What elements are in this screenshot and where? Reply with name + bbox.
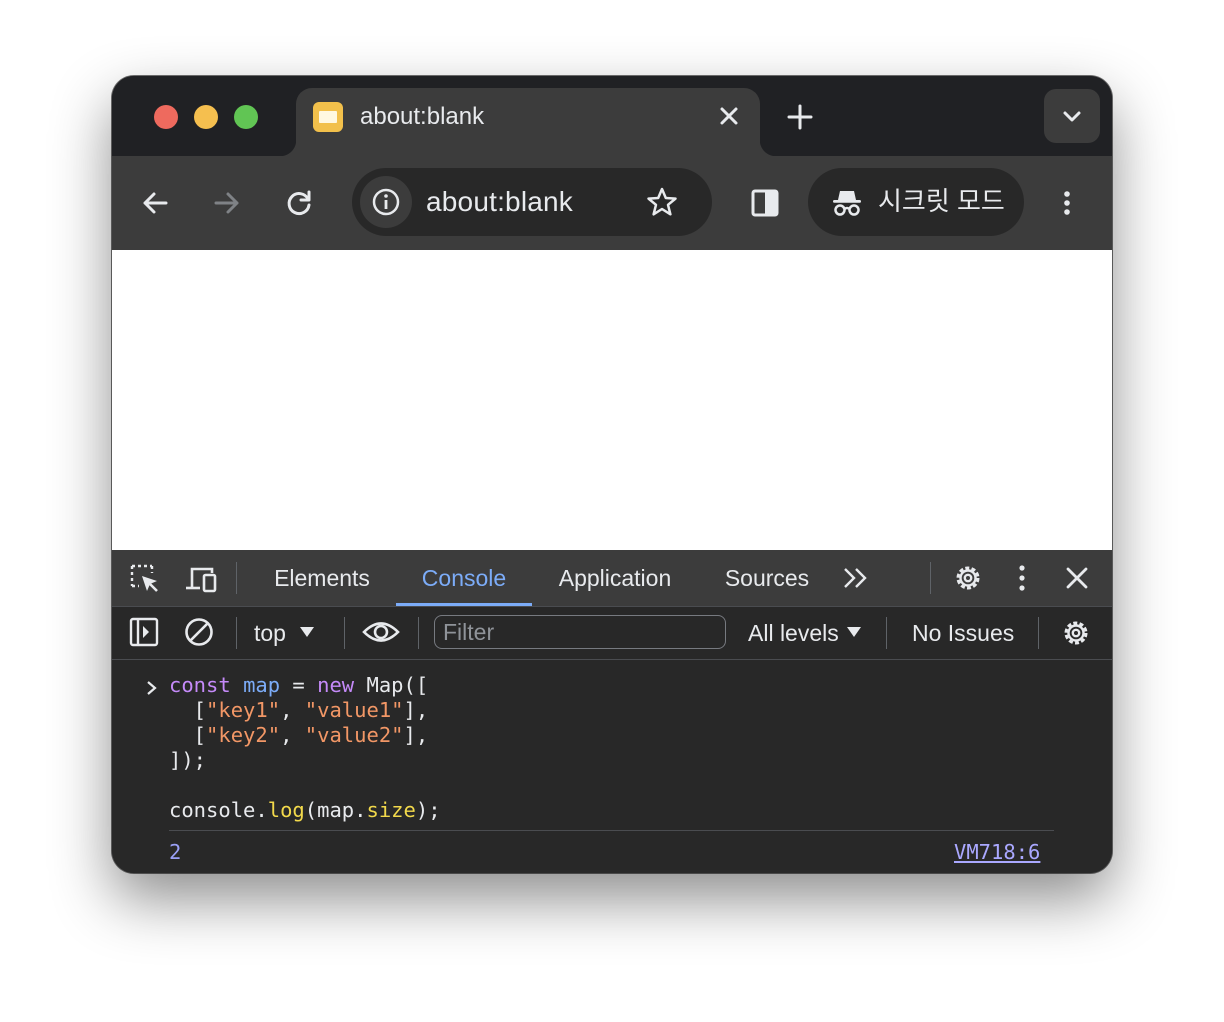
gear-icon[interactable]: [952, 562, 984, 594]
code-token: const: [169, 673, 231, 697]
tab-sources[interactable]: Sources: [712, 550, 822, 606]
minimize-window-button[interactable]: [194, 105, 218, 129]
log-levels-dropdown[interactable]: All levels: [748, 619, 861, 647]
code-line: console.log(map.size);: [169, 798, 441, 822]
address-bar[interactable]: about:blank: [352, 168, 712, 236]
code-token: "value2": [304, 723, 404, 747]
fullscreen-window-button[interactable]: [234, 105, 258, 129]
code-line: ["key1", "value1"],: [169, 698, 429, 722]
close-window-button[interactable]: [154, 105, 178, 129]
chevron-right-icon: [147, 681, 157, 695]
device-toolbar-icon[interactable]: [184, 563, 218, 595]
page-content[interactable]: [112, 250, 1112, 550]
devtools-panel: Elements Console Application Sources top…: [112, 550, 1112, 873]
gear-icon[interactable]: [1060, 617, 1092, 649]
star-icon[interactable]: [646, 186, 678, 218]
code-token: "value1": [304, 698, 404, 722]
chevron-down-icon: [1063, 111, 1081, 122]
tab-console[interactable]: Console: [396, 550, 532, 606]
separator: [236, 562, 237, 594]
info-icon: [372, 188, 400, 216]
tab-elements[interactable]: Elements: [262, 550, 382, 606]
incognito-label: 시크릿 모드: [878, 186, 1005, 216]
inspect-icon[interactable]: [129, 563, 161, 595]
issues-button[interactable]: No Issues: [912, 619, 1014, 647]
back-arrow-icon[interactable]: [140, 188, 170, 218]
separator: [418, 617, 419, 649]
context-selector[interactable]: top: [254, 619, 314, 647]
dropdown-caret-icon: [846, 627, 861, 637]
sidebar-toggle-icon[interactable]: [129, 617, 159, 647]
filter-input[interactable]: [434, 615, 726, 649]
tab-application[interactable]: Application: [544, 550, 686, 606]
output-separator: [169, 830, 1054, 831]
console-output-value: 2: [169, 840, 182, 864]
plus-icon[interactable]: [786, 103, 814, 131]
browser-toolbar: about:blank 시크릿 모드: [112, 156, 1112, 250]
console-toolbar: top All levels No Issues: [112, 607, 1112, 660]
separator: [930, 562, 931, 594]
separator: [344, 617, 345, 649]
code-token: new: [317, 673, 355, 697]
more-vert-icon[interactable]: [1010, 562, 1034, 594]
url-text[interactable]: about:blank: [426, 185, 573, 219]
code-line: ["key2", "value2"],: [169, 723, 429, 747]
code-token: map: [243, 673, 281, 697]
console-input-code: const map = new Map([ ["key1", "value1"]…: [169, 673, 441, 823]
reload-icon[interactable]: [284, 188, 314, 218]
context-label: top: [254, 620, 286, 646]
code-token: size: [366, 798, 416, 822]
incognito-icon: [833, 191, 861, 216]
code-token: log: [267, 798, 305, 822]
more-vert-icon[interactable]: [1052, 188, 1082, 218]
code-token: "key2": [206, 723, 281, 747]
more-tabs-icon[interactable]: [842, 566, 870, 590]
browser-window: about:blank about:blank 시크릿 모드 Elements …: [112, 76, 1112, 873]
close-icon[interactable]: [1064, 565, 1090, 591]
code-line: ]);: [169, 748, 207, 772]
page-favicon-icon: [313, 102, 343, 132]
side-panel-icon[interactable]: [750, 188, 780, 218]
separator: [886, 617, 887, 649]
code-line: const map = new Map([: [169, 673, 429, 697]
incognito-indicator[interactable]: 시크릿 모드: [808, 168, 1024, 236]
tab-title: about:blank: [360, 103, 485, 130]
dropdown-caret-icon: [299, 627, 314, 637]
eye-icon[interactable]: [362, 617, 400, 647]
close-icon[interactable]: [716, 103, 742, 129]
source-link[interactable]: VM718:6: [954, 840, 1040, 864]
code-token: "key1": [206, 698, 281, 722]
separator: [1038, 617, 1039, 649]
separator: [236, 617, 237, 649]
log-levels-label: All levels: [748, 620, 839, 646]
tab-strip: about:blank: [112, 76, 1112, 156]
devtools-tab-bar: Elements Console Application Sources: [112, 550, 1112, 607]
forward-arrow-icon[interactable]: [212, 188, 242, 218]
console-output[interactable]: const map = new Map([ ["key1", "value1"]…: [112, 660, 1112, 873]
clear-console-icon[interactable]: [184, 617, 214, 647]
site-info-button[interactable]: [360, 176, 412, 228]
tab-search-button[interactable]: [1044, 89, 1100, 143]
tab-about-blank[interactable]: about:blank: [280, 88, 776, 156]
